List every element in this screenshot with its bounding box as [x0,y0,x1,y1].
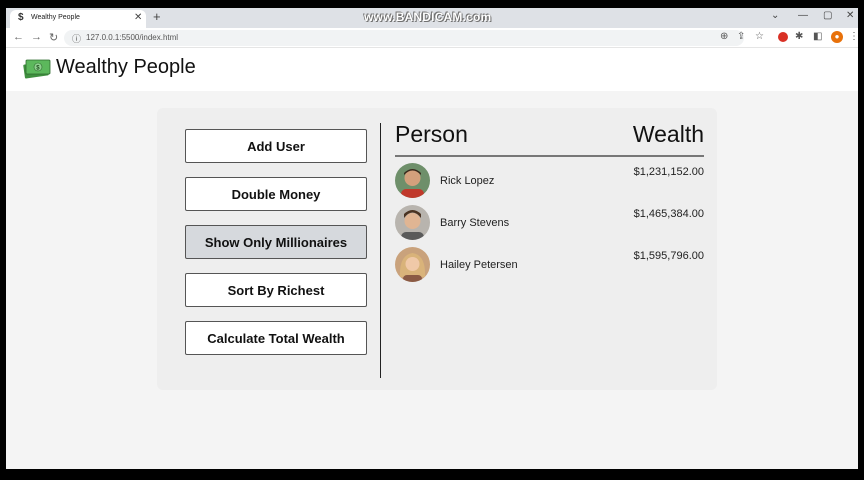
show-millionaires-button[interactable]: Show Only Millionaires [185,225,367,259]
table-row: Hailey Petersen $1,595,796.00 [395,247,704,285]
profile-avatar[interactable]: ● [831,31,843,43]
page-title: Wealthy People [56,56,196,78]
avatar [395,247,430,282]
address-bar[interactable]: ⓘ 127.0.0.1:5500/index.html [64,30,744,46]
column-divider [380,123,381,378]
forward-icon[interactable]: → [31,31,42,43]
maximize-icon[interactable]: ▢ [823,10,832,21]
browser-tab[interactable]: $ Wealthy People ✕ [10,10,146,28]
person-header: Person [395,121,468,147]
tab-strip: $ Wealthy People ✕ + www.BANDICAM.com ⌄ … [6,8,858,28]
site-info-icon[interactable]: ⓘ [72,32,81,45]
table-row: Rick Lopez $1,231,152.00 [395,163,704,201]
back-icon[interactable]: ← [13,31,24,43]
calculate-total-button[interactable]: Calculate Total Wealth [185,321,367,355]
main-card: Add User Double Money Show Only Milliona… [157,108,717,390]
bookmark-star-icon[interactable]: ☆ [755,31,764,42]
double-money-button[interactable]: Double Money [185,177,367,211]
close-tab-icon[interactable]: ✕ [134,12,142,23]
zoom-icon[interactable]: ⊕ [720,31,728,42]
browser-toolbar: ← → ↻ ⓘ 127.0.0.1:5500/index.html ⊕ ⇪ ☆ … [6,28,858,48]
header-rule [395,155,704,157]
app-page: $ Wealthy People Add User Double Money S… [6,49,858,469]
screen: $ Wealthy People ✕ + www.BANDICAM.com ⌄ … [6,8,858,469]
new-tab-icon[interactable]: + [153,9,161,24]
extensions-puzzle-icon[interactable]: ✱ [795,31,803,42]
person-wealth: $1,465,384.00 [633,208,704,220]
table-row: Barry Stevens $1,465,384.00 [395,205,704,243]
person-name: Rick Lopez [440,175,495,187]
avatar [395,205,430,240]
person-name: Hailey Petersen [440,259,518,271]
tab-favicon: $ [18,12,24,23]
tab-search-chevron-icon[interactable]: ⌄ [771,10,779,21]
side-panel-icon[interactable]: ◧ [813,31,822,42]
person-name: Barry Stevens [440,217,510,229]
avatar [395,163,430,198]
menu-kebab-icon[interactable]: ⋮ [849,31,858,42]
money-icon: $ [23,59,51,79]
add-user-button[interactable]: Add User [185,129,367,163]
extension-opera-icon[interactable] [778,32,788,42]
share-icon[interactable]: ⇪ [737,31,745,42]
app-header: $ Wealthy People [6,49,858,91]
recording-watermark: www.BANDICAM.com [364,10,492,24]
person-wealth: $1,595,796.00 [633,250,704,262]
sort-richest-button[interactable]: Sort By Richest [185,273,367,307]
close-window-icon[interactable]: ✕ [846,10,854,21]
wealth-header: Wealth [632,121,704,147]
tab-title: Wealthy People [31,14,80,21]
person-wealth: $1,231,152.00 [633,166,704,178]
reload-icon[interactable]: ↻ [49,31,58,44]
minimize-icon[interactable]: — [798,10,808,21]
url-text: 127.0.0.1:5500/index.html [86,33,179,42]
